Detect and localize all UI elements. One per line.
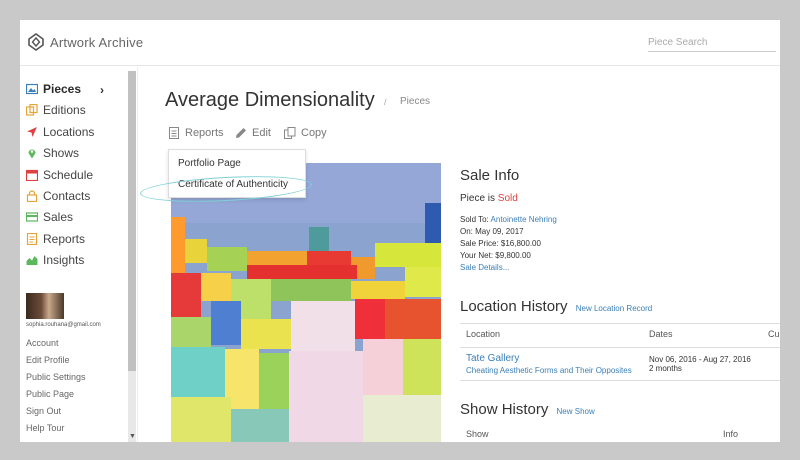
sidebar-item-pieces[interactable]: Pieces xyxy=(26,79,81,99)
app-window: Artwork Archive Pieces › Editions Locati… xyxy=(20,20,780,442)
copy-label: Copy xyxy=(301,127,327,139)
page-title: Average Dimensionality xyxy=(165,89,375,111)
show-history-title: Show History xyxy=(460,401,549,418)
location-history-heading: Location History New Location Record xyxy=(460,298,652,315)
location-show-link[interactable]: Cheating Aesthetic Forms and Their Oppos… xyxy=(466,366,632,375)
app-name: Artwork Archive xyxy=(50,34,144,50)
copy-button[interactable]: Copy xyxy=(284,127,327,139)
new-location-record-link[interactable]: New Location Record xyxy=(576,304,652,313)
card-icon xyxy=(26,212,38,222)
pencil-icon xyxy=(236,128,246,138)
public-page-link[interactable]: Public Page xyxy=(26,389,74,399)
sidebar-item-locations[interactable]: Locations xyxy=(26,122,94,142)
show-history-heading: Show History New Show xyxy=(460,401,595,418)
breadcrumb-pieces-link[interactable]: Pieces xyxy=(400,96,430,107)
reports-button[interactable]: Reports xyxy=(168,127,224,139)
sidebar-item-label: Contacts xyxy=(43,189,91,203)
your-net: Your Net: $9,800.00 xyxy=(460,251,531,260)
column-header-location[interactable]: Location xyxy=(466,329,500,339)
buyer-link[interactable]: Antoinette Nehring xyxy=(491,215,557,224)
row-divider xyxy=(460,380,780,381)
sidebar-item-label: Schedule xyxy=(43,168,94,182)
sidebar-item-reports[interactable]: Reports xyxy=(26,229,85,249)
sidebar-item-editions[interactable]: Editions xyxy=(26,100,86,120)
account-link[interactable]: Account xyxy=(26,338,59,348)
sidebar-item-label: Pieces xyxy=(43,82,82,96)
sale-details-link[interactable]: Sale Details... xyxy=(460,263,509,272)
edit-label: Edit xyxy=(252,127,271,139)
help-tour-link[interactable]: Help Tour xyxy=(26,423,64,433)
sidebar-item-label: Reports xyxy=(43,232,86,246)
map-pin-icon xyxy=(28,149,36,159)
sidebar-item-shows[interactable]: Shows xyxy=(26,143,79,163)
piece-search-input[interactable] xyxy=(648,34,776,52)
column-header-current[interactable]: Cu xyxy=(768,329,780,339)
reports-label: Reports xyxy=(185,127,224,139)
scroll-down-arrow-icon[interactable]: ▼ xyxy=(129,433,136,440)
sidebar-item-label: Shows xyxy=(43,146,80,160)
location-name-link[interactable]: Tate Gallery xyxy=(466,353,519,364)
sale-price: Sale Price: $16,800.00 xyxy=(460,239,541,248)
chart-icon xyxy=(26,256,38,265)
sidebar-item-insights[interactable]: Insights xyxy=(26,250,84,270)
status-badge: Sold xyxy=(497,193,518,204)
chevron-right-icon[interactable]: › xyxy=(100,83,104,97)
location-history-title: Location History xyxy=(460,298,568,315)
user-email: sophia.rouhana@gmail.com xyxy=(26,322,101,328)
sidebar-scrollbar[interactable] xyxy=(128,71,136,442)
sidebar-item-sales[interactable]: Sales xyxy=(26,207,73,227)
sold-to-label: Sold To: xyxy=(460,215,489,224)
status-prefix: Piece is xyxy=(460,193,496,204)
public-settings-link[interactable]: Public Settings xyxy=(26,372,86,382)
document-icon xyxy=(169,127,179,139)
sign-out-link[interactable]: Sign Out xyxy=(26,406,61,416)
abstract-painting-icon xyxy=(171,163,441,442)
location-table-header xyxy=(460,323,780,347)
edit-profile-link[interactable]: Edit Profile xyxy=(26,355,70,365)
sold-to-line: Sold To: Antoinette Nehring xyxy=(460,215,557,224)
lock-icon xyxy=(26,190,38,202)
image-icon xyxy=(26,83,38,95)
breadcrumb-separator: / xyxy=(384,97,387,107)
main-content: Average Dimensionality / Pieces Reports … xyxy=(138,67,780,442)
scrollbar-thumb[interactable] xyxy=(128,71,136,371)
new-show-link[interactable]: New Show xyxy=(557,407,595,416)
copy-icon xyxy=(284,127,296,139)
artwork-image[interactable] xyxy=(171,163,441,442)
app-logo[interactable]: Artwork Archive xyxy=(28,33,143,51)
location-arrow-icon xyxy=(27,127,37,137)
sidebar: Pieces › Editions Locations Shows Schedu… xyxy=(20,67,138,442)
sidebar-item-contacts[interactable]: Contacts xyxy=(26,186,90,206)
sidebar-item-label: Sales xyxy=(43,210,74,224)
report-icon xyxy=(26,233,38,245)
sidebar-item-label: Editions xyxy=(43,103,86,117)
column-header-info[interactable]: Info xyxy=(723,429,738,439)
header-divider xyxy=(460,347,780,348)
sidebar-item-label: Insights xyxy=(43,253,85,267)
top-bar: Artwork Archive xyxy=(20,20,780,66)
column-header-show[interactable]: Show xyxy=(466,429,489,439)
piece-status-line: Piece is Sold xyxy=(460,193,518,204)
sale-date: On: May 09, 2017 xyxy=(460,227,524,236)
artwork-archive-logo-icon xyxy=(28,33,44,51)
location-dates: Nov 06, 2016 - Aug 27, 2016 xyxy=(649,355,751,364)
location-duration: 2 months xyxy=(649,364,682,373)
edit-button[interactable]: Edit xyxy=(235,127,271,139)
calendar-icon xyxy=(26,169,38,181)
column-header-dates[interactable]: Dates xyxy=(649,329,673,339)
portfolio-page-menu-item[interactable]: Portfolio Page xyxy=(178,158,241,169)
avatar[interactable] xyxy=(26,293,64,319)
sidebar-item-label: Locations xyxy=(43,125,95,139)
editions-icon xyxy=(26,104,38,116)
sidebar-item-schedule[interactable]: Schedule xyxy=(26,165,93,185)
sale-info-heading: Sale Info xyxy=(460,167,520,184)
